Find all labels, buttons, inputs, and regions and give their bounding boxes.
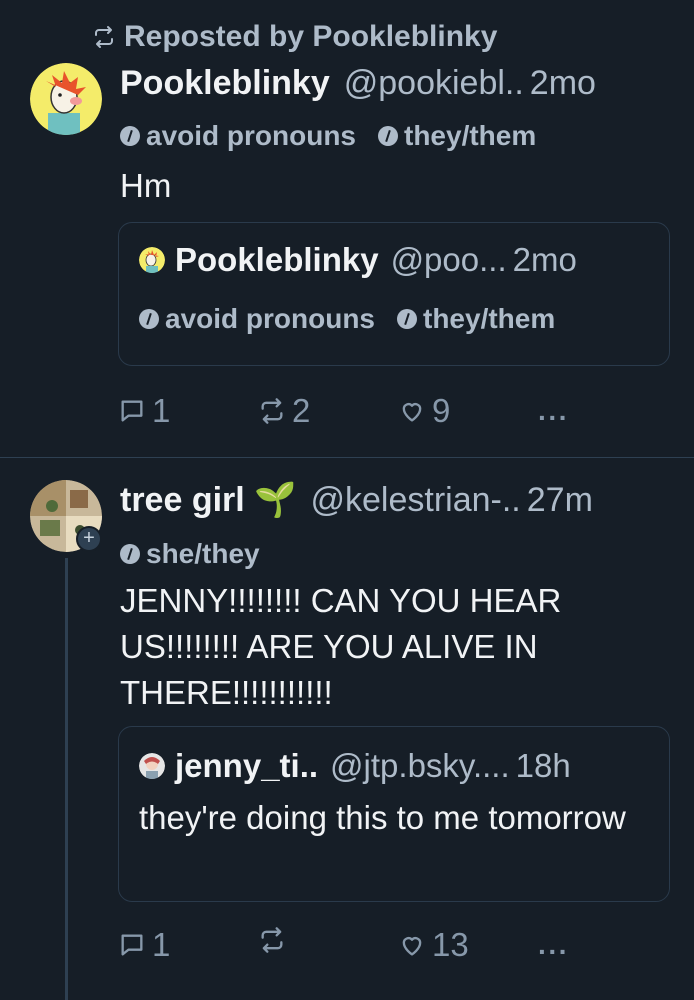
heart-icon: [402, 403, 422, 422]
more-icon[interactable]: ···: [538, 402, 569, 434]
avatar[interactable]: [30, 63, 102, 135]
repost-indicator[interactable]: Reposted by Pookleblinky: [92, 20, 497, 54]
label-they-them[interactable]: they/them: [378, 120, 536, 152]
quote-text: they're doing this to me tomorrow: [139, 799, 626, 836]
post-text: Hm: [120, 167, 172, 204]
author-name[interactable]: Pookleblinky: [120, 64, 330, 103]
repost-icon: [261, 927, 283, 953]
feed-post-repost[interactable]: Reposted by Pookleblinky Pookleblinky @p…: [0, 0, 694, 458]
heart-icon: [402, 937, 422, 956]
thread-line: [65, 558, 68, 1000]
more-icon[interactable]: ···: [538, 936, 569, 968]
repost-text: Reposted by Pookleblinky: [124, 20, 498, 53]
info-icon: [120, 544, 140, 564]
info-icon: [397, 309, 417, 329]
post-text: JENNY!!!!!!!! CAN YOU HEAR US!!!!!!!! AR…: [120, 582, 562, 711]
like-count: 9: [432, 392, 451, 429]
repost-button[interactable]: 2: [258, 392, 310, 430]
info-icon: [120, 126, 140, 146]
label-text: avoid pronouns: [146, 120, 356, 151]
quote-avatar: [139, 247, 165, 273]
quote-label-avoid-pronouns[interactable]: avoid pronouns: [139, 303, 375, 335]
label-text: they/them: [404, 120, 537, 151]
follow-plus-icon[interactable]: +: [76, 526, 102, 552]
author-handle[interactable]: @pookiebl..: [344, 64, 524, 103]
reply-button[interactable]: 1: [118, 926, 170, 964]
info-icon: [139, 309, 159, 329]
reply-icon: [121, 400, 143, 422]
label-text: avoid pronouns: [165, 303, 375, 334]
label-she-they[interactable]: she/they: [120, 538, 260, 570]
quote-author-handle: @poo...: [390, 241, 507, 278]
reply-icon: [121, 934, 143, 956]
info-icon: [378, 126, 398, 146]
repost-count: 2: [292, 392, 311, 429]
like-count: 13: [432, 926, 469, 963]
quote-label-they-them[interactable]: they/them: [397, 303, 555, 335]
quote-author-name: jenny_ti..: [175, 747, 319, 784]
post-time[interactable]: 2mo: [530, 64, 596, 103]
label-avoid-pronouns[interactable]: avoid pronouns: [120, 120, 356, 152]
quote-post[interactable]: jenny_ti.. @jtp.bsky.... 18h they're doi…: [118, 726, 670, 902]
feed-post[interactable]: + tree girl 🌱 @kelestrian-.. 27m she/the…: [0, 458, 694, 1000]
repost-icon: [95, 26, 113, 48]
quote-author-name: Pookleblinky: [175, 241, 379, 278]
quote-avatar: [139, 753, 165, 779]
quote-time: 2mo: [512, 241, 577, 278]
label-text: she/they: [146, 538, 260, 569]
label-text: they/them: [423, 303, 556, 334]
reply-button[interactable]: 1: [118, 392, 170, 430]
repost-icon: [261, 398, 283, 424]
post-time[interactable]: 27m: [527, 481, 593, 520]
quote-post[interactable]: Pookleblinky @poo... 2mo avoid pronouns …: [118, 222, 670, 366]
quote-author-handle: @jtp.bsky....: [330, 747, 510, 784]
reply-count: 1: [152, 926, 171, 963]
like-button[interactable]: 13: [398, 926, 469, 964]
repost-button[interactable]: [258, 926, 292, 954]
author-name[interactable]: tree girl 🌱: [120, 480, 297, 520]
author-handle[interactable]: @kelestrian-..: [311, 481, 521, 520]
reply-count: 1: [152, 392, 171, 429]
quote-time: 18h: [515, 747, 571, 784]
like-button[interactable]: 9: [398, 392, 450, 430]
